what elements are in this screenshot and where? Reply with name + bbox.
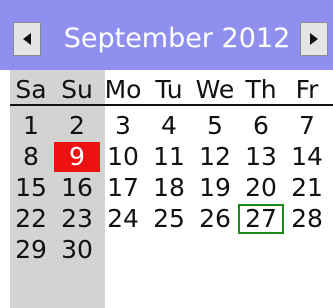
weekday-label-su: Su	[61, 75, 93, 104]
month-title[interactable]: September 2012	[60, 20, 294, 58]
calendar-header: September 2012	[0, 0, 333, 70]
day-cell-26[interactable]: 26	[192, 204, 238, 234]
day-cell-12[interactable]: 12	[192, 142, 238, 172]
weekday-divider	[10, 104, 333, 106]
prev-month-button[interactable]	[13, 22, 41, 56]
day-cell-19[interactable]: 19	[192, 173, 238, 203]
day-cell-9[interactable]: 9	[54, 142, 100, 172]
weekday-label-fr: Fr	[295, 75, 319, 104]
day-cell-17[interactable]: 17	[100, 173, 146, 203]
day-cell-23[interactable]: 23	[54, 204, 100, 234]
day-cell-27[interactable]: 27	[238, 204, 284, 234]
calendar: September 2012 Sa Su Mo Tu We Th Fr 1234567891…	[0, 0, 333, 308]
day-cell-10[interactable]: 10	[100, 142, 146, 172]
day-cell-30[interactable]: 30	[54, 235, 100, 265]
day-cell-8[interactable]: 8	[8, 142, 54, 172]
weekday-label-sa: Sa	[15, 75, 47, 104]
day-cell-21[interactable]: 21	[284, 173, 330, 203]
day-cell-22[interactable]: 22	[8, 204, 54, 234]
weekday-label-mo: Mo	[104, 75, 142, 104]
day-cell-5[interactable]: 5	[192, 111, 238, 141]
weekday-label-th: Th	[245, 75, 277, 104]
day-cell-4[interactable]: 4	[146, 111, 192, 141]
day-cell-25[interactable]: 25	[146, 204, 192, 234]
day-cell-28[interactable]: 28	[284, 204, 330, 234]
day-cell-6[interactable]: 6	[238, 111, 284, 141]
day-cell-20[interactable]: 20	[238, 173, 284, 203]
day-cell-15[interactable]: 15	[8, 173, 54, 203]
weekday-label-we: We	[195, 75, 235, 104]
weekday-label-tu: Tu	[155, 75, 183, 104]
day-cell-3[interactable]: 3	[100, 111, 146, 141]
day-cell-1[interactable]: 1	[8, 111, 54, 141]
day-cell-11[interactable]: 11	[146, 142, 192, 172]
day-cell-2[interactable]: 2	[54, 111, 100, 141]
day-cell-14[interactable]: 14	[284, 142, 330, 172]
day-cell-16[interactable]: 16	[54, 173, 100, 203]
arrow-left-icon	[23, 33, 31, 45]
next-month-button[interactable]	[300, 22, 328, 56]
day-cell-24[interactable]: 24	[100, 204, 146, 234]
day-cell-29[interactable]: 29	[8, 235, 54, 265]
day-cell-13[interactable]: 13	[238, 142, 284, 172]
day-cell-18[interactable]: 18	[146, 173, 192, 203]
arrow-right-icon	[310, 33, 318, 45]
day-cell-7[interactable]: 7	[284, 111, 330, 141]
